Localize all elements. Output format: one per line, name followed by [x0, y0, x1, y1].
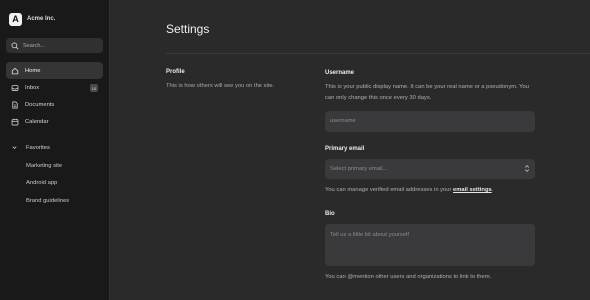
main-nav: Home Inbox 10 Documents Calendar [6, 62, 103, 130]
nav-label-home: Home [25, 67, 41, 74]
nav-label-documents: Documents [25, 101, 55, 108]
nav-item-calendar[interactable]: Calendar [6, 113, 103, 130]
email-help-suffix: . [491, 187, 494, 193]
favorites-list: Marketing site Android app Brand guideli… [26, 157, 69, 210]
select-arrows-icon [524, 165, 530, 172]
calendar-icon [11, 118, 19, 125]
app-logo: A [9, 12, 22, 26]
divider [166, 53, 590, 54]
favorites-label: Favorites [26, 144, 50, 151]
nav-label-calendar: Calendar [25, 118, 49, 125]
document-icon [12, 101, 18, 108]
email-help-text: You can manage verified email addresses … [325, 187, 454, 193]
bio-textarea[interactable]: Tell us a little bit about yourself [325, 224, 535, 266]
workspace-switcher[interactable]: A Acme Inc. [9, 12, 55, 26]
search-icon [11, 42, 19, 50]
email-settings-link[interactable]: email settings [453, 187, 492, 193]
nav-item-home[interactable]: Home [6, 62, 103, 79]
page-title: Settings [166, 22, 210, 36]
nav-label-inbox: Inbox [25, 84, 40, 91]
favorites-toggle[interactable]: Favorites [11, 144, 50, 151]
settings-panel: Settings Profile This is how others will… [111, 0, 590, 300]
email-help: You can manage verified email addresses … [325, 185, 565, 196]
workspace-name: Acme Inc. [27, 16, 56, 22]
search-box[interactable]: Search... [6, 38, 103, 53]
bio-help: You can @mention other users and organiz… [325, 274, 492, 280]
section-heading-profile: Profile [166, 69, 185, 75]
username-input[interactable]: username [325, 111, 535, 132]
search-input[interactable]: Search... [23, 43, 45, 49]
nav-item-inbox[interactable]: Inbox 10 [6, 79, 103, 96]
nav-item-documents[interactable]: Documents [6, 96, 103, 113]
inbox-count-badge: 10 [90, 84, 98, 92]
favorite-item[interactable]: Brand guidelines [26, 192, 69, 210]
home-icon [11, 67, 19, 74]
sidebar: A Acme Inc. Search... Home Inbox 10 Docu… [0, 0, 110, 300]
email-select[interactable]: Select primary email... [325, 159, 535, 179]
section-description-profile: This is how others will see you on the s… [166, 83, 275, 89]
inbox-icon [11, 84, 19, 91]
favorite-item[interactable]: Marketing site [26, 157, 69, 175]
favorite-item[interactable]: Android app [26, 175, 69, 193]
chevron-down-icon [12, 146, 17, 149]
bio-label: Bio [325, 211, 335, 217]
username-label: Username [325, 70, 355, 76]
username-help: This is your public display name. It can… [325, 84, 529, 101]
email-select-value: Select primary email... [330, 166, 388, 172]
email-label: Primary email [325, 146, 365, 152]
